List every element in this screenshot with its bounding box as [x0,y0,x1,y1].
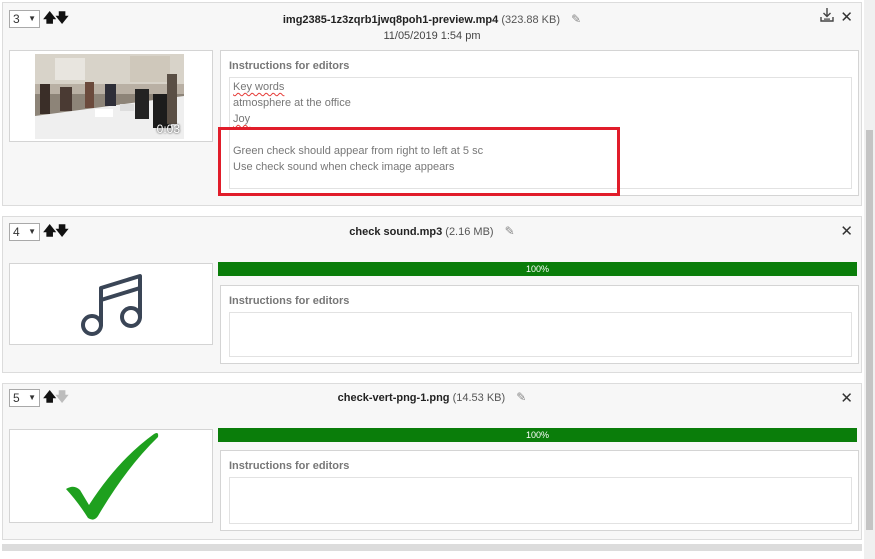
upload-progress-bar: 100% [218,262,857,276]
upload-progress-bar: 100% [218,428,857,442]
instructions-panel: Instructions for editors [220,285,859,364]
progress-label: 100% [525,264,550,274]
instructions-title: Instructions for editors [229,60,350,72]
video-duration: 0:03 [156,122,180,136]
file-size: (2.16 MB) [445,226,494,238]
instructions-panel: Instructions for editors [220,450,859,531]
edit-icon[interactable]: ✎ [505,224,515,238]
media-item-card: 5 ▼ 🡅🡇 check-vert-png-1.png (14.53 KB) ✎ … [2,383,862,540]
note-joy: Joy [233,113,251,125]
instructions-textarea[interactable] [229,477,852,524]
file-name: check-vert-png-1.png [337,392,450,404]
edit-icon[interactable]: ✎ [571,12,581,26]
image-thumbnail[interactable] [9,429,213,523]
file-name: check sound.mp3 [349,226,443,238]
check-mark-icon [66,433,159,520]
instructions-title: Instructions for editors [229,460,350,472]
file-info: check sound.mp3 (2.16 MB) ✎ [3,224,861,238]
download-icon[interactable] [819,7,835,23]
close-icon[interactable]: ✕ [840,8,853,26]
horizontal-scrollbar[interactable] [2,544,862,551]
file-name: img2385-1z3zqrb1jwq8poh1-preview.mp4 [282,14,499,26]
file-info: img2385-1z3zqrb1jwq8poh1-preview.mp4 (32… [3,12,861,26]
video-thumbnail[interactable]: 0:03 [9,50,213,142]
file-size: (323.88 KB) [501,14,561,26]
instructions-title: Instructions for editors [229,295,350,307]
music-note-icon [81,274,142,336]
audio-thumbnail[interactable] [9,263,213,345]
progress-label: 100% [525,430,550,440]
close-icon[interactable]: ✕ [840,389,853,407]
vertical-scrollbar-thumb[interactable] [866,130,873,530]
annotation-highlight-box [218,127,620,196]
note-atmosphere: atmosphere at the office [233,97,351,109]
video-preview-image: 0:03 [35,54,184,139]
upload-datetime: 11/05/2019 1:54 pm [383,30,481,42]
media-item-card: 4 ▼ 🡅🡇 check sound.mp3 (2.16 MB) ✎ ✕ Inst… [2,216,862,373]
edit-icon[interactable]: ✎ [516,390,526,404]
note-keywords: Key words [233,81,285,93]
close-icon[interactable]: ✕ [840,222,853,240]
file-size: (14.53 KB) [452,392,506,404]
instructions-textarea[interactable] [229,312,852,357]
file-info: check-vert-png-1.png (14.53 KB) ✎ [3,390,861,404]
